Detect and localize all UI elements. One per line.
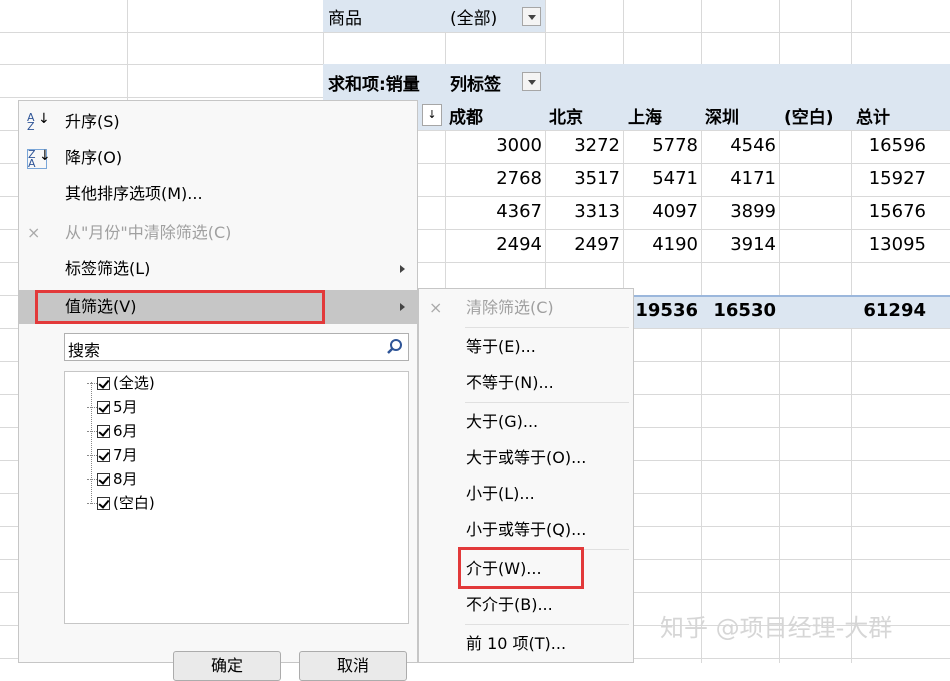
cell: 2768: [496, 168, 542, 189]
col-header-shanghai: 上海: [628, 108, 662, 128]
filter-dropdown-menu: A Z ↓ 升序(S) Z A ↓ 降序(O) 其他排序选项(M)... ⨯ 从"月份"…: [18, 100, 418, 681]
checkbox-item[interactable]: 8月: [87, 468, 138, 490]
checkbox-item[interactable]: 7月: [87, 444, 138, 466]
cell: 2494: [496, 234, 542, 255]
menu-item-sort-descending[interactable]: Z A ↓ 降序(O): [19, 143, 417, 173]
total-cell: 16530: [713, 300, 776, 321]
cell: 3272: [574, 135, 620, 156]
search-input[interactable]: 搜索: [64, 333, 409, 361]
col-header-beijing: 北京: [549, 108, 583, 128]
submenu-arrow-icon: [400, 303, 405, 311]
pivot-filter-label: 商品: [328, 9, 362, 29]
row-label-filter-icon[interactable]: ↓: [422, 104, 442, 126]
watermark: 知乎 @项目经理-大群: [660, 614, 893, 642]
filter-dropdown-button[interactable]: [522, 7, 541, 26]
grid-row-line: [0, 32, 950, 33]
value-filter-submenu: ⨯ 清除筛选(C) 等于(E)... 不等于(N)... 大于(G)... 大于…: [418, 288, 634, 663]
cell: 3517: [574, 168, 620, 189]
cell: 2497: [574, 234, 620, 255]
cancel-button[interactable]: 取消: [299, 651, 407, 681]
pivot-sum-label: 求和项:销量: [328, 75, 420, 95]
grand-total-cell: 61294: [863, 300, 926, 321]
submenu-arrow-icon: [400, 265, 405, 273]
cell: 5471: [652, 168, 698, 189]
cell: 15927: [868, 168, 926, 189]
col-header-blank: (空白): [784, 108, 834, 128]
submenu-item-less-or-equal[interactable]: 小于或等于(Q)...: [419, 513, 633, 547]
separator: [465, 402, 629, 403]
cell: 13095: [868, 234, 926, 255]
checkbox-item[interactable]: 5月: [87, 396, 138, 418]
menu-item-sort-ascending[interactable]: A Z ↓ 升序(S): [19, 107, 417, 137]
cell: 4097: [652, 201, 698, 222]
col-header-total: 总计: [856, 108, 890, 128]
checkbox-item[interactable]: 6月: [87, 420, 138, 442]
pivot-col-label: 列标签: [450, 75, 501, 95]
separator: [465, 327, 629, 328]
submenu-item-not-equals[interactable]: 不等于(N)...: [419, 366, 633, 400]
checkbox-select-all[interactable]: (全选): [87, 372, 155, 394]
checkbox-item[interactable]: (空白): [87, 492, 155, 514]
ok-button[interactable]: 确定: [173, 651, 281, 681]
cell: 15676: [868, 201, 926, 222]
sort-az-icon: A Z ↓: [27, 111, 50, 133]
col-header-chengdu: 成都: [449, 108, 483, 128]
pivot-filter-value: (全部): [450, 9, 498, 29]
submenu-item-greater-or-equal[interactable]: 大于或等于(O)...: [419, 441, 633, 475]
column-label-dropdown-button[interactable]: [522, 72, 541, 91]
cell: 16596: [868, 135, 926, 156]
clear-filter-icon: ⨯: [27, 223, 41, 242]
cell: 5778: [652, 135, 698, 156]
cell: 3313: [574, 201, 620, 222]
submenu-item-equals[interactable]: 等于(E)...: [419, 330, 633, 364]
search-icon: [387, 339, 402, 354]
between-highlight: [458, 547, 584, 589]
submenu-item-top-10[interactable]: 前 10 项(T)...: [419, 627, 633, 661]
submenu-item-not-between[interactable]: 不介于(B)...: [419, 588, 633, 622]
submenu-item-clear-filter: ⨯ 清除筛选(C): [429, 298, 554, 317]
sort-za-icon: Z A ↓: [27, 148, 51, 170]
cell: 4190: [652, 234, 698, 255]
menu-item-label-filter[interactable]: 标签筛选(L): [19, 254, 417, 284]
menu-item-clear-filter: ⨯ 从"月份"中清除筛选(C): [27, 223, 232, 242]
cell: 4171: [730, 168, 776, 189]
value-filter-highlight: [35, 290, 325, 324]
cell: 4367: [496, 201, 542, 222]
clear-filter-icon: ⨯: [429, 298, 443, 317]
cell: 3899: [730, 201, 776, 222]
submenu-item-greater-than[interactable]: 大于(G)...: [419, 405, 633, 439]
separator: [465, 624, 629, 625]
menu-item-more-sort-options[interactable]: 其他排序选项(M)...: [19, 179, 417, 209]
cell: 3000: [496, 135, 542, 156]
submenu-item-less-than[interactable]: 小于(L)...: [419, 477, 633, 511]
cell: 4546: [730, 135, 776, 156]
value-checklist: (全选) 5月 6月 7月 8月 (空白): [64, 371, 409, 624]
cell: 3914: [730, 234, 776, 255]
col-header-shenzhen: 深圳: [705, 108, 739, 128]
total-cell: 19536: [635, 300, 698, 321]
